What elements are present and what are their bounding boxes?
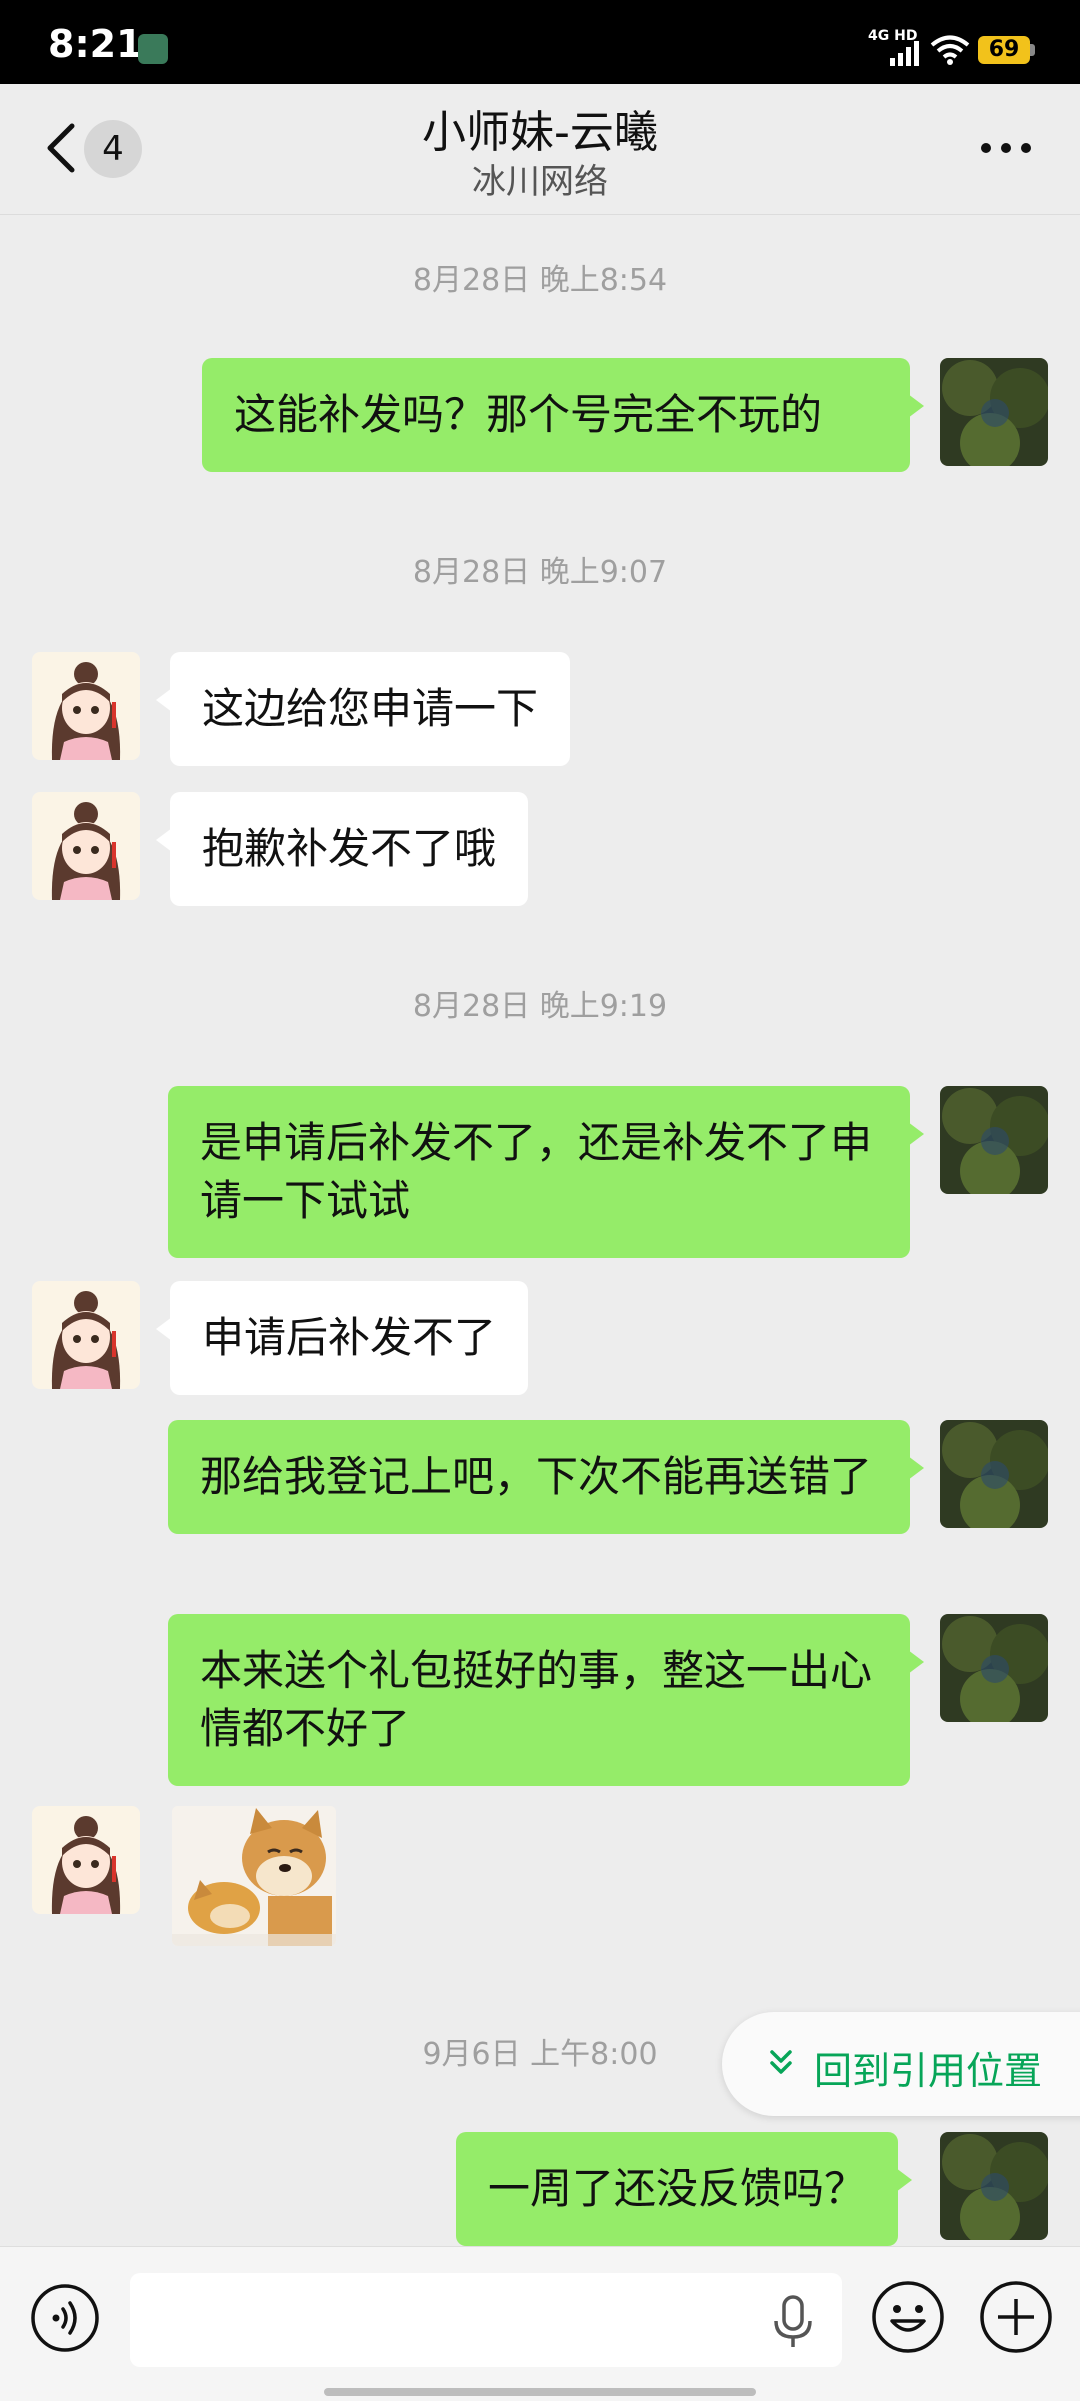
chat-subtitle: 冰川网络 xyxy=(472,162,608,202)
outgoing-message[interactable]: 这能补发吗？那个号完全不玩的 xyxy=(202,358,924,472)
plus-icon[interactable] xyxy=(978,2279,1054,2355)
my-avatar[interactable] xyxy=(940,358,1048,466)
more-options-icon[interactable] xyxy=(976,128,1036,168)
my-avatar[interactable] xyxy=(940,1086,1048,1194)
chat-header: 4 小师妹-云曦 冰川网络 xyxy=(0,84,1080,215)
contact-avatar[interactable] xyxy=(32,1281,140,1389)
jump-to-quote-button[interactable]: 回到引用位置 xyxy=(722,2012,1080,2116)
outgoing-message[interactable]: 本来送个礼包挺好的事，整这一出心情都不好了 xyxy=(168,1614,924,1786)
contact-avatar[interactable] xyxy=(32,1806,140,1914)
contact-avatar[interactable] xyxy=(32,792,140,900)
message-input[interactable] xyxy=(130,2273,842,2367)
contact-avatar[interactable] xyxy=(32,652,140,760)
incoming-message[interactable]: 申请后补发不了 xyxy=(155,1281,529,1395)
double-chevron-down-icon xyxy=(770,2050,792,2074)
my-avatar[interactable] xyxy=(940,2132,1048,2240)
shiba-dog-sticker[interactable] xyxy=(172,1806,336,1946)
home-indicator xyxy=(324,2388,756,2396)
status-bar: 8:21 4G HD 69 xyxy=(0,0,1080,84)
battery-icon: 69 xyxy=(978,36,1030,64)
incoming-message[interactable]: 抱歉补发不了哦 xyxy=(155,792,529,906)
battery-tip xyxy=(1030,44,1035,56)
incoming-message[interactable]: 这边给您申请一下 xyxy=(155,652,571,766)
wifi-icon xyxy=(930,35,970,65)
my-avatar[interactable] xyxy=(940,1420,1048,1528)
microphone-icon[interactable] xyxy=(768,2295,818,2349)
timestamp: 8月28日 晚上8:54 xyxy=(412,263,668,298)
timestamp: 8月28日 晚上9:07 xyxy=(412,555,668,590)
status-time: 8:21 xyxy=(48,22,143,66)
outgoing-message[interactable]: 一周了还没反馈吗？ xyxy=(456,2132,913,2246)
jump-to-quote-label: 回到引用位置 xyxy=(814,2049,1043,2093)
outgoing-message[interactable]: 那给我登记上吧，下次不能再送错了 xyxy=(168,1420,924,1534)
signal-icon xyxy=(890,41,919,66)
notification-app-icon xyxy=(138,34,168,64)
input-bar xyxy=(0,2246,1080,2401)
outgoing-message[interactable]: 是申请后补发不了，还是补发不了申请一下试试 xyxy=(168,1086,924,1258)
timestamp: 8月28日 晚上9:19 xyxy=(412,989,668,1024)
emoji-icon[interactable] xyxy=(870,2279,946,2355)
voice-icon[interactable] xyxy=(30,2283,100,2353)
my-avatar[interactable] xyxy=(940,1614,1048,1722)
chat-title: 小师妹-云曦 xyxy=(422,107,658,158)
